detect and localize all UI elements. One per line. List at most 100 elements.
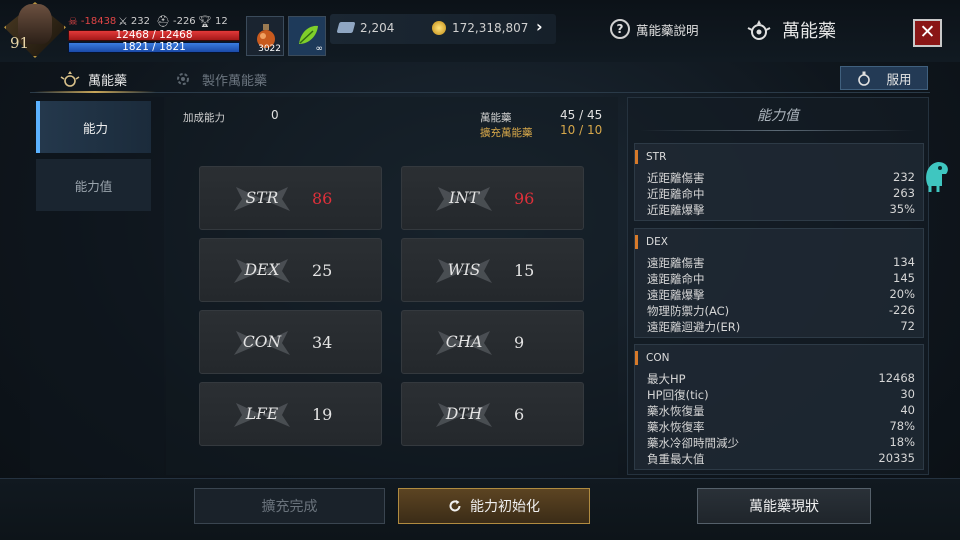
ability-row: 遠距離命中 145 [647,271,915,287]
ability-group-dex: DEX 遠距離傷害 134 遠距離命中 145 遠距離爆擊 20% 物理防禦力(AC) -226… [634,228,924,338]
ability-row: 近距離爆擊 35% [647,202,915,218]
ability-row-value: 72 [900,319,915,333]
trophy-value: 12 [214,16,228,27]
ability-row-label: 藥水恢復率 [647,420,705,434]
ability-row-label: 物理防禦力(AC) [647,304,730,318]
extended-panacea-label: 擴充萬能藥 [480,127,533,139]
ability-row-value: 20335 [878,451,915,465]
ability-row: 最大HP 12468 [647,371,915,387]
ability-panel-title: 能力值 [757,108,799,124]
stat-card-wis: WIS 15 [401,238,584,302]
helmet-icon: ⛑ [156,15,170,28]
ability-row-label: 近距離命中 [647,187,705,201]
ability-row-value: -226 [888,303,915,317]
attack-indicator: ⚔ 232 [118,15,150,28]
ability-title-divider [640,130,916,131]
tab-panacea[interactable]: 萬能藥 [60,66,127,92]
menu-item-ability[interactable]: 能力 [36,101,151,153]
menu-item-ability-value[interactable]: 能力值 [36,159,151,211]
stat-name: STR [245,189,279,207]
stat-value: 6 [514,405,525,424]
trophy-icon: 🏆︎ [198,15,212,28]
close-button[interactable]: ✕ [913,19,942,47]
dinosaur-mascot-icon[interactable] [920,156,954,196]
quick-slot-potion[interactable]: 3022 [246,16,284,56]
help-button[interactable]: ? 萬能藥說明 [610,19,699,39]
ability-row-value: 134 [893,255,915,269]
ability-row: 物理防禦力(AC) -226 [647,303,915,319]
stat-value: 96 [514,189,535,208]
stat-value: 86 [312,189,333,208]
stat-card-cha: CHA 9 [401,310,584,374]
panacea-label: 萬能藥 [480,112,512,124]
tab-divider [30,92,930,93]
stat-value: 34 [312,333,333,352]
ability-row: 近距離命中 263 [647,186,915,202]
ability-group-title: CON [635,351,669,365]
stat-name: DEX [244,261,280,279]
ability-row-label: 負重最大值 [647,452,705,466]
question-icon: ? [610,19,630,39]
craft-gear-icon [177,73,189,85]
extended-panacea-value: 10 / 10 [560,123,603,137]
stat-value: 25 [312,261,333,280]
player-level: 91 [10,34,30,52]
defense-indicator: ⛑ -226 [156,15,196,28]
tab-craft-panacea[interactable]: 製作萬能藥 [174,66,267,92]
help-label: 萬能藥說明 [636,22,699,38]
page-title-wrap: 萬能藥 [746,17,836,43]
expand-complete-button[interactable]: 擴充完成 [194,488,385,524]
ability-row: 負重最大值 20335 [647,451,915,467]
stat-value: 15 [514,261,535,280]
attack-value: 232 [130,16,150,27]
active-tab-underline [34,91,156,93]
ability-row: HP回復(tic) 30 [647,387,915,403]
sword-icon: ⚔ [118,15,128,28]
chevron-right-icon[interactable]: › [536,17,543,36]
ability-row-value: 18% [889,435,915,449]
pk-indicator: ☠ -18438 [68,15,116,28]
use-button[interactable]: 服用 [840,66,928,90]
ability-row-value: 30 [900,387,915,401]
mp-text: 1821 / 1821 [122,41,186,53]
ability-row-label: 遠距離爆擊 [647,288,705,302]
ability-row-value: 145 [893,271,915,285]
refresh-icon [449,500,461,512]
skull-icon: ☠ [68,15,78,28]
tab-craft-label: 製作萬能藥 [202,73,268,89]
ability-row: 藥水恢復率 78% [647,419,915,435]
stat-name: DTH [445,405,483,423]
leaf-count: ∞ [315,44,324,54]
ability-row-label: HP回復(tic) [647,388,709,402]
stat-name: WIS [447,261,481,279]
ability-row-label: 遠距離命中 [647,272,705,286]
ability-group-con: CON 最大HP 12468 HP回復(tic) 30 藥水恢復量 40 藥水恢復率 78% 藥水… [634,344,924,470]
potion-count: 3022 [258,44,281,54]
status-label: 萬能藥現狀 [749,499,819,515]
left-menu [30,97,164,475]
ability-row-label: 遠距離迴避力(ER) [647,320,741,334]
stat-name: CON [242,333,282,351]
reset-ability-button[interactable]: 能力初始化 [398,488,590,524]
ability-row: 近距離傷害 232 [647,170,915,186]
panacea-value: 45 / 45 [560,108,603,122]
ability-row-label: 近距離爆擊 [647,203,705,217]
close-icon: ✕ [919,21,936,43]
stat-card-dth: DTH 6 [401,382,584,446]
ability-group-title: STR [635,150,666,164]
ability-row-value: 263 [893,186,915,200]
gold-count: 172,318,807 [452,21,529,35]
ability-row-label: 遠距離傷害 [647,256,705,270]
expand-label: 擴充完成 [261,499,318,515]
ticket-count: 2,204 [360,21,395,35]
menu-item-label: 能力值 [74,178,113,194]
quick-slot-leaf[interactable]: ∞ [288,16,326,56]
ability-row-value: 40 [900,403,915,417]
gold-coin-icon [432,21,446,35]
ability-row-label: 最大HP [647,372,686,386]
stat-card-con: CON 34 [199,310,382,374]
ability-row-value: 78% [889,419,915,433]
ability-row-label: 藥水恢復量 [647,404,705,418]
panacea-status-button[interactable]: 萬能藥現狀 [697,488,871,524]
hp-text: 12468 / 12468 [115,29,193,41]
